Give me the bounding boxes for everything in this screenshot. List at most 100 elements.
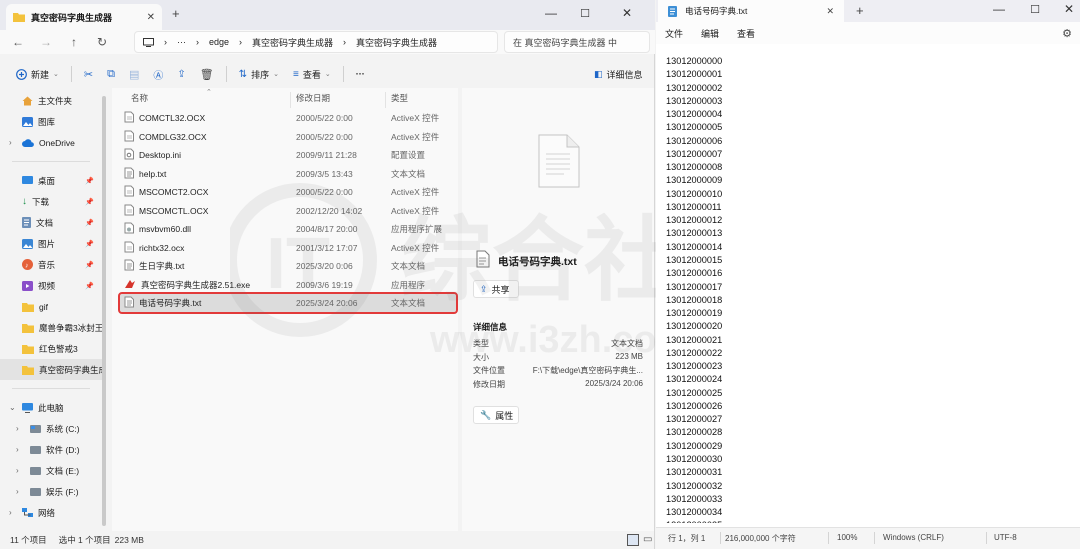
sidebar-item-music[interactable]: ♪ 音乐 📌: [0, 254, 104, 275]
sidebar-item-onedrive[interactable]: › OneDrive: [0, 132, 104, 153]
breadcrumb-item[interactable]: edge: [209, 37, 229, 47]
minimize-icon[interactable]: —: [986, 0, 1012, 20]
sidebar-item-current-folder[interactable]: 真空密码字典生成: [0, 359, 104, 380]
file-date: 2002/12/20 14:02: [296, 205, 363, 216]
file-row[interactable]: 真空密码字典生成器2.51.exe 2009/3/6 19:19 应用程序: [120, 276, 456, 294]
sidebar-item-pictures[interactable]: 图片 📌: [0, 233, 104, 254]
text-file-icon: [124, 167, 134, 181]
sidebar-item-desktop[interactable]: 桌面 📌: [0, 170, 104, 191]
sidebar-scrollbar[interactable]: [102, 96, 106, 526]
text-line: 13012000017: [666, 281, 723, 292]
chevron-down-icon[interactable]: ⌄: [9, 403, 16, 412]
file-row[interactable]: 生日字典.txt 2025/3/20 0:06 文本文档: [120, 257, 456, 275]
file-row[interactable]: COMCTL32.OCX 2000/5/22 0:00 ActiveX 控件: [120, 109, 456, 127]
refresh-icon[interactable]: ↻: [88, 31, 116, 53]
properties-button[interactable]: 🔧 属性: [473, 406, 519, 424]
delete-button[interactable]: 🗑: [194, 63, 220, 85]
cut-button[interactable]: ✂: [78, 63, 99, 85]
sidebar-item-redalert[interactable]: 红色警戒3: [0, 338, 104, 359]
file-icon: [124, 185, 134, 199]
forward-arrow-icon[interactable]: →: [32, 31, 60, 53]
breadcrumb-chevron-icon: ›: [343, 37, 347, 47]
sidebar-item-drive-c[interactable]: › 系统 (C:): [0, 418, 104, 439]
maximize-icon[interactable]: ☐: [1022, 0, 1048, 20]
file-row[interactable]: richtx32.ocx 2001/3/12 17:07 ActiveX 控件: [120, 239, 456, 257]
chevron-right-icon[interactable]: ›: [16, 487, 19, 496]
sidebar-item-this-pc[interactable]: ⌄ 此电脑: [0, 397, 104, 418]
file-row[interactable]: MSCOMCT2.OCX 2000/5/22 0:00 ActiveX 控件: [120, 183, 456, 201]
sort-button[interactable]: ⇅ 排序 ⌄: [233, 63, 285, 85]
divider: [986, 532, 987, 544]
thumbnail-view-icon[interactable]: ▭: [643, 534, 652, 545]
chevron-right-icon[interactable]: ›: [9, 508, 12, 517]
file-row[interactable]: Desktop.ini 2009/9/11 21:28 配置设置: [120, 146, 456, 164]
sidebar-item-drive-e[interactable]: › 文档 (E:): [0, 460, 104, 481]
notepad-text-area[interactable]: 13012000000 13012000001 13012000002 1301200…: [666, 55, 1066, 523]
close-tab-icon[interactable]: ✕: [147, 12, 155, 23]
file-row[interactable]: help.txt 2009/3/5 13:43 文本文档: [120, 165, 456, 183]
notepad-icon: [668, 5, 677, 17]
menu-edit[interactable]: 编辑: [701, 27, 719, 40]
sidebar-item-documents[interactable]: 文档 📌: [0, 212, 104, 233]
sidebar-item-gif[interactable]: gif: [0, 296, 104, 317]
new-button[interactable]: 新建 ⌄: [10, 63, 65, 85]
file-row[interactable]: MSCOMCTL.OCX 2002/12/20 14:02 ActiveX 控件: [120, 202, 456, 220]
new-tab-button[interactable]: +: [856, 3, 864, 18]
breadcrumb-chevron-icon: ›: [196, 37, 199, 47]
up-arrow-icon[interactable]: ↑: [60, 31, 88, 53]
gear-icon[interactable]: ⚙: [1062, 27, 1072, 40]
back-arrow-icon[interactable]: ←: [4, 31, 32, 53]
details-button[interactable]: ◧ 详细信息: [588, 63, 649, 85]
chevron-right-icon[interactable]: ›: [16, 424, 19, 433]
paste-button[interactable]: ▤: [123, 63, 145, 85]
notepad-tab[interactable]: 电话号码字典.txt ✕: [658, 0, 844, 22]
column-header-type[interactable]: 类型: [385, 92, 408, 108]
share-button[interactable]: ⇪: [171, 63, 191, 85]
sidebar-item-drive-d[interactable]: › 软件 (D:): [0, 439, 104, 460]
column-header-date[interactable]: 修改日期: [290, 92, 330, 108]
sidebar-item-home[interactable]: 主文件夹: [0, 90, 104, 111]
close-window-icon[interactable]: ✕: [1056, 0, 1080, 20]
chevron-right-icon[interactable]: ›: [9, 138, 12, 147]
home-icon: [22, 96, 33, 105]
sidebar-item-gallery[interactable]: 图库: [0, 111, 104, 132]
sidebar-item-network[interactable]: › 网络: [0, 502, 104, 523]
sidebar-item-warcraft[interactable]: 魔兽争霸3冰封王: [0, 317, 104, 338]
more-button[interactable]: ···: [350, 63, 371, 85]
close-window-icon[interactable]: ✕: [614, 2, 640, 24]
search-input[interactable]: 在 真空密码字典生成器 中: [504, 31, 650, 53]
breadcrumb-item[interactable]: 真空密码字典生成器: [252, 36, 333, 49]
file-row[interactable]: 电话号码字典.txt 2025/3/24 20:06 文本文档: [118, 292, 458, 314]
close-tab-icon[interactable]: ✕: [826, 6, 834, 17]
menu-view[interactable]: 查看: [737, 27, 755, 40]
text-line: 13012000031: [666, 467, 723, 478]
breadcrumb-more-icon[interactable]: ···: [177, 37, 186, 47]
view-button[interactable]: ≡ 查看 ⌄: [287, 63, 337, 85]
new-tab-button[interactable]: +: [172, 6, 180, 21]
text-line: 13012000018: [666, 294, 723, 305]
text-line: 13012000004: [666, 109, 723, 120]
text-file-icon: [124, 259, 134, 273]
sidebar-item-drive-f[interactable]: › 娱乐 (F:): [0, 481, 104, 502]
file-row[interactable]: msvbvm60.dll 2004/8/17 20:00 应用程序扩展: [120, 220, 456, 238]
chevron-right-icon[interactable]: ›: [16, 466, 19, 475]
column-header-name[interactable]: 名称: [126, 92, 148, 108]
address-bar[interactable]: › ··· › edge › 真空密码字典生成器 › 真空密码字典生成器: [134, 31, 498, 53]
file-type: ActiveX 控件: [391, 205, 440, 216]
breadcrumb-item[interactable]: 真空密码字典生成器: [356, 36, 437, 49]
copy-button[interactable]: ⧉: [101, 63, 121, 85]
cursor-position: 行 1，列 1: [668, 534, 706, 543]
sidebar-item-label: 下载: [32, 196, 50, 207]
share-button[interactable]: ⇪ 共享: [473, 280, 519, 298]
menu-file[interactable]: 文件: [665, 27, 683, 40]
file-row[interactable]: COMDLG32.OCX 2000/5/22 0:00 ActiveX 控件: [120, 128, 456, 146]
rename-button[interactable]: Ⓐ: [147, 63, 169, 85]
sidebar-item-downloads[interactable]: ↓ 下载 📌: [0, 191, 104, 212]
maximize-icon[interactable]: ☐: [572, 2, 598, 24]
chevron-right-icon[interactable]: ›: [16, 445, 19, 454]
minimize-icon[interactable]: —: [538, 2, 564, 24]
explorer-tab[interactable]: 真空密码字典生成器 ✕: [6, 4, 162, 30]
sidebar-item-videos[interactable]: 视频 📌: [0, 275, 104, 296]
details-view-icon[interactable]: [627, 534, 639, 546]
explorer-status-bar: 11 个项目 选中 1 个项目 223 MB ▭: [0, 531, 655, 549]
